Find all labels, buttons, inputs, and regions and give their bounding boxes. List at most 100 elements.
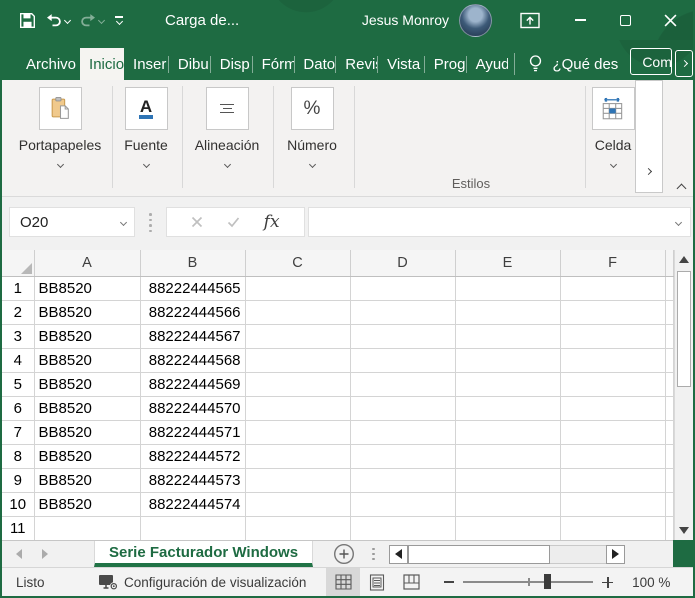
- ribbon-display-options-button[interactable]: [510, 0, 550, 40]
- cell-b9[interactable]: 88222444573: [140, 468, 246, 493]
- cell-b6[interactable]: 88222444570: [140, 396, 246, 421]
- select-all-button[interactable]: [2, 250, 35, 277]
- cell[interactable]: [350, 324, 456, 349]
- numero-expand-icon[interactable]: [308, 160, 316, 169]
- cell[interactable]: [560, 516, 666, 541]
- row-header[interactable]: 6: [2, 396, 35, 421]
- cell[interactable]: [560, 276, 666, 301]
- scroll-left-button[interactable]: [388, 544, 408, 564]
- cell[interactable]: [560, 492, 666, 517]
- tab-inicio[interactable]: Inicio: [80, 48, 125, 80]
- fuente-expand-icon[interactable]: [142, 160, 150, 169]
- row-header[interactable]: 2: [2, 300, 35, 325]
- cell-a10[interactable]: BB8520: [34, 492, 141, 517]
- cell-b8[interactable]: 88222444572: [140, 444, 246, 469]
- cell[interactable]: [245, 468, 351, 493]
- tab-programador[interactable]: Prog: [425, 48, 466, 80]
- row-header[interactable]: 4: [2, 348, 35, 373]
- tab-insertar[interactable]: Inser: [124, 48, 168, 80]
- cell-a7[interactable]: BB8520: [34, 420, 141, 445]
- cell[interactable]: [245, 276, 351, 301]
- ribbon-overflow-button[interactable]: [635, 80, 663, 193]
- row-header[interactable]: 3: [2, 324, 35, 349]
- formula-bar-resize-handle[interactable]: [149, 213, 152, 233]
- cell[interactable]: [245, 348, 351, 373]
- cell[interactable]: [665, 444, 674, 469]
- expand-formula-bar-icon[interactable]: [674, 218, 683, 226]
- cell[interactable]: [455, 276, 561, 301]
- display-settings-button[interactable]: Configuración de visualización: [90, 568, 314, 596]
- cell-a5[interactable]: BB8520: [34, 372, 141, 397]
- normal-view-button[interactable]: [326, 568, 361, 596]
- cell[interactable]: [455, 324, 561, 349]
- cell[interactable]: [350, 372, 456, 397]
- cell[interactable]: [245, 420, 351, 445]
- tell-me-button[interactable]: ¿Qué des: [520, 48, 626, 80]
- cell[interactable]: [560, 396, 666, 421]
- undo-button[interactable]: [43, 11, 72, 30]
- cell[interactable]: [665, 348, 674, 373]
- group-fuente[interactable]: A Fuente: [117, 87, 175, 169]
- tab-disposicion[interactable]: Disp: [211, 48, 252, 80]
- cell[interactable]: [560, 444, 666, 469]
- cell[interactable]: [455, 444, 561, 469]
- next-sheet-icon[interactable]: [42, 549, 48, 559]
- cell[interactable]: [350, 516, 456, 541]
- cell-a11[interactable]: [34, 516, 141, 541]
- cell-a9[interactable]: BB8520: [34, 468, 141, 493]
- cell[interactable]: [665, 420, 674, 445]
- row-header[interactable]: 10: [2, 492, 35, 517]
- row-header[interactable]: 5: [2, 372, 35, 397]
- cell-b1[interactable]: 88222444565: [140, 276, 246, 301]
- collapse-ribbon-icon[interactable]: [676, 183, 687, 194]
- cell-a3[interactable]: BB8520: [34, 324, 141, 349]
- cell-a2[interactable]: BB8520: [34, 300, 141, 325]
- celda-expand-icon[interactable]: [609, 160, 617, 169]
- cell-b10[interactable]: 88222444574: [140, 492, 246, 517]
- cell[interactable]: [560, 420, 666, 445]
- redo-button[interactable]: [77, 11, 106, 30]
- page-break-view-button[interactable]: [394, 568, 428, 596]
- share-button[interactable]: Compartir: [630, 48, 673, 75]
- group-numero[interactable]: % Número: [279, 87, 345, 169]
- cell[interactable]: [245, 444, 351, 469]
- tab-formulas[interactable]: Fórm: [253, 48, 294, 80]
- cell[interactable]: [245, 372, 351, 397]
- cell-b4[interactable]: 88222444568: [140, 348, 246, 373]
- zoom-slider-thumb[interactable]: [543, 574, 551, 590]
- minimize-button[interactable]: [558, 0, 603, 40]
- alineacion-button[interactable]: [205, 87, 249, 130]
- undo-dropdown-icon[interactable]: [63, 16, 72, 24]
- cell-b2[interactable]: 88222444566: [140, 300, 246, 325]
- tab-archivo[interactable]: Archivo: [14, 48, 80, 80]
- cell[interactable]: [665, 372, 674, 397]
- cell[interactable]: [350, 420, 456, 445]
- portapapeles-button[interactable]: [38, 87, 82, 130]
- tab-datos[interactable]: Dato: [294, 48, 335, 80]
- cell-b3[interactable]: 88222444567: [140, 324, 246, 349]
- name-box[interactable]: O20: [9, 207, 135, 237]
- cell-b7[interactable]: 88222444571: [140, 420, 246, 445]
- cell[interactable]: [245, 396, 351, 421]
- tab-vista[interactable]: Vista: [378, 48, 424, 80]
- cell[interactable]: [560, 348, 666, 373]
- row-header[interactable]: 8: [2, 444, 35, 469]
- tab-ayuda[interactable]: Ayud: [467, 48, 508, 80]
- cell[interactable]: [665, 492, 674, 517]
- column-header-partial[interactable]: [665, 250, 674, 277]
- user-avatar[interactable]: [459, 3, 492, 37]
- scroll-up-button[interactable]: [675, 250, 694, 269]
- name-box-dropdown-icon[interactable]: [119, 218, 128, 226]
- cell-a6[interactable]: BB8520: [34, 396, 141, 421]
- column-header-e[interactable]: E: [455, 250, 561, 277]
- cell[interactable]: [245, 324, 351, 349]
- cell[interactable]: [350, 468, 456, 493]
- cell-a1[interactable]: BB8520: [34, 276, 141, 301]
- alineacion-expand-icon[interactable]: [223, 160, 231, 169]
- row-header[interactable]: 11: [2, 516, 35, 541]
- horizontal-scrollbar[interactable]: [388, 541, 625, 567]
- tab-dibujar[interactable]: Dibu: [169, 48, 210, 80]
- cell-b11[interactable]: [140, 516, 246, 541]
- group-alineacion[interactable]: Alineación: [188, 87, 266, 169]
- cell[interactable]: [665, 300, 674, 325]
